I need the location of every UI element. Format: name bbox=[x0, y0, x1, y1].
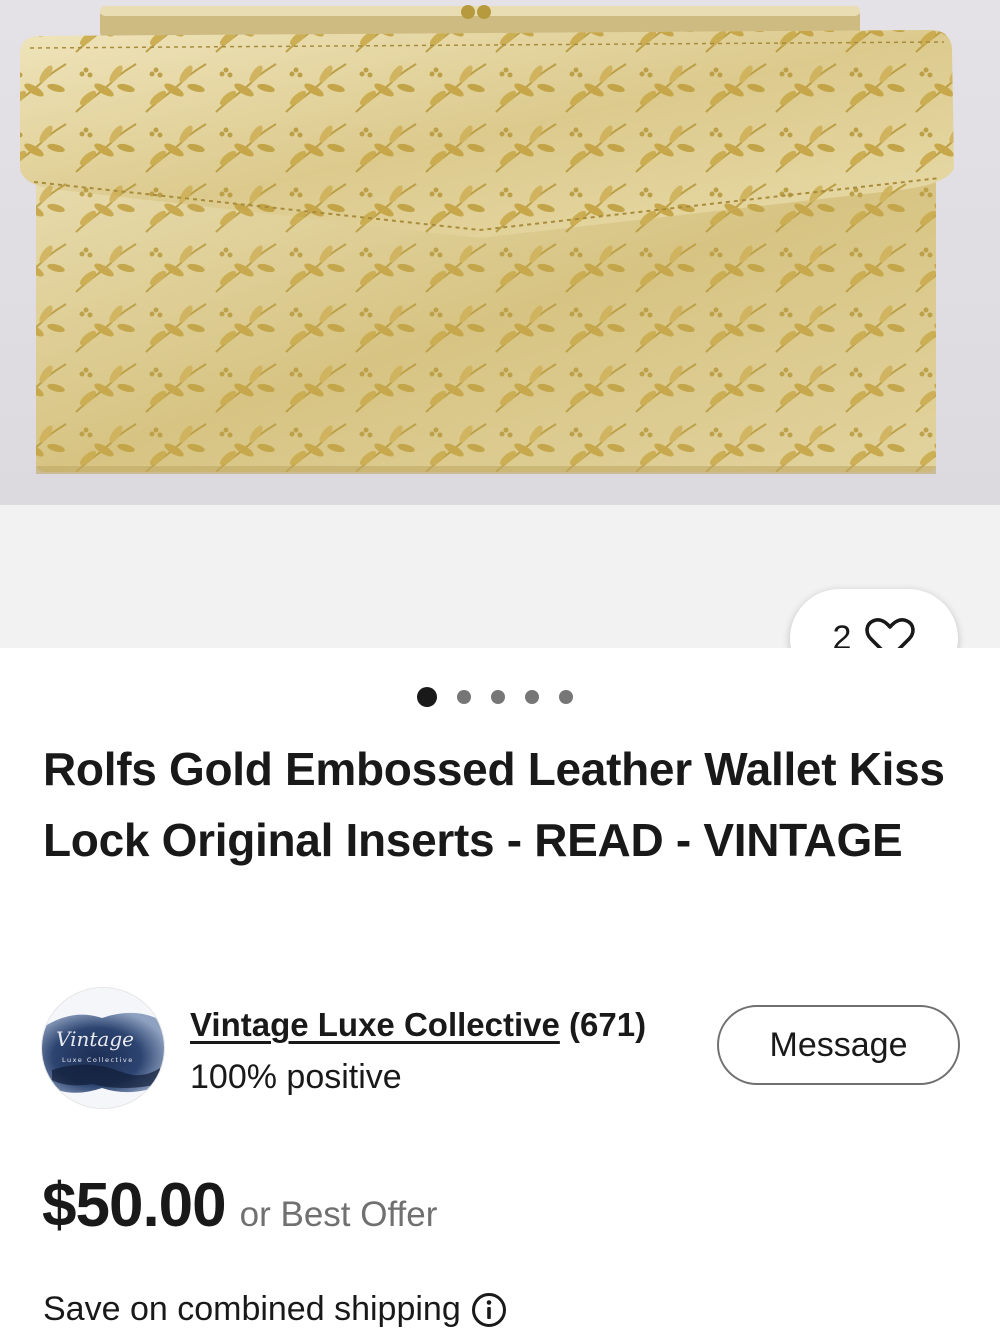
combined-shipping-text: Save on combined shipping bbox=[43, 1290, 461, 1328]
pager-dot[interactable] bbox=[559, 690, 573, 704]
seller-name-line: Vintage Luxe Collective (671) bbox=[190, 1006, 646, 1044]
best-offer-text: or Best Offer bbox=[239, 1195, 438, 1234]
seller-name-link[interactable]: Vintage Luxe Collective bbox=[190, 1006, 560, 1043]
pager-dot[interactable] bbox=[457, 690, 471, 704]
watch-button[interactable]: 2 bbox=[790, 589, 958, 648]
avatar-small-text: Luxe Collective bbox=[62, 1056, 134, 1064]
seller-card: Vintage Luxe Collective Vintage Luxe Col… bbox=[42, 988, 962, 1108]
image-pager[interactable] bbox=[0, 685, 1000, 709]
wallet-illustration bbox=[20, 5, 954, 474]
seller-avatar[interactable]: Vintage Luxe Collective bbox=[42, 988, 164, 1108]
seller-feedback-percent: 100% positive bbox=[190, 1058, 402, 1096]
pager-dot[interactable] bbox=[525, 690, 539, 704]
avatar-script-text: Vintage bbox=[56, 1027, 134, 1051]
pager-dot[interactable] bbox=[491, 690, 505, 704]
combined-shipping-row: Save on combined shipping bbox=[43, 1290, 507, 1329]
pager-dot-active[interactable] bbox=[417, 687, 437, 707]
price-row: $50.00 or Best Offer bbox=[42, 1170, 437, 1241]
seller-feedback-count: (671) bbox=[569, 1006, 647, 1043]
message-button[interactable]: Message bbox=[717, 1005, 960, 1085]
price-amount: $50.00 bbox=[42, 1171, 227, 1240]
heart-outline-icon bbox=[865, 617, 916, 648]
listing-title: Rolfs Gold Embossed Leather Wallet Kiss … bbox=[43, 743, 945, 866]
watch-count: 2 bbox=[832, 619, 852, 648]
product-image[interactable] bbox=[0, 0, 1000, 505]
info-icon[interactable] bbox=[471, 1292, 507, 1328]
image-gallery[interactable]: 2 bbox=[0, 0, 1000, 648]
